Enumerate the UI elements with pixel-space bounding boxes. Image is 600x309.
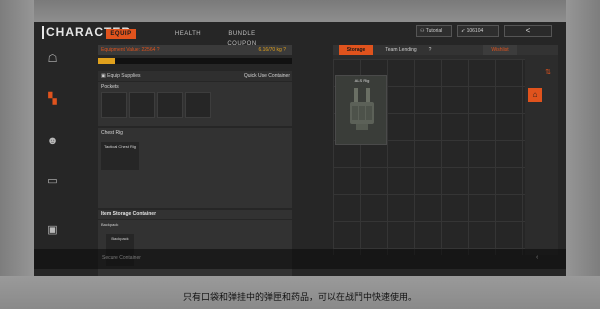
- quick-use-container-label: Quick Use Container: [243, 73, 290, 79]
- tab-equip[interactable]: EQUIP: [106, 29, 136, 39]
- pocket-slot[interactable]: [101, 92, 127, 118]
- head-icon[interactable]: ☻: [46, 135, 59, 148]
- pockets-label: Pockets: [101, 84, 119, 90]
- monitor-bezel-left: [0, 0, 34, 309]
- video-subtitle: 只有口袋和弹挂中的弹匣和药品，可以在战鬥中快速使用。: [182, 293, 417, 303]
- team-lending-help-icon[interactable]: ?: [426, 45, 434, 55]
- currency-display: ➶ 106104: [457, 25, 499, 37]
- chest-rig-slot[interactable]: Tactical Chest Rig: [101, 142, 139, 170]
- storage-tabs: Storage Team Lending ? Wishlist: [333, 45, 558, 55]
- monitor-bezel-right: [566, 0, 600, 309]
- equipment-value: Equipment Value: 22564: [101, 47, 156, 53]
- pocket-slot[interactable]: [185, 92, 211, 118]
- back-arrow-icon: <: [525, 26, 531, 35]
- chest-rig-icon: [350, 88, 374, 130]
- tab-team-lending[interactable]: Team Lending: [377, 45, 425, 55]
- sidebar: ☖ ▚ ☻ ▭ ▣: [34, 44, 72, 276]
- item-storage-container-label: Item Storage Container: [98, 210, 292, 219]
- currency-amount: 106104: [466, 28, 484, 34]
- game-screen: CHARACTER EQUIP HEALTH BUNDLE COUPON ⚇ T…: [34, 22, 566, 276]
- storage-item-als-rig[interactable]: ALS Rig: [335, 75, 387, 145]
- tutorial-label: Tutorial: [425, 28, 443, 34]
- tab-storage[interactable]: Storage: [339, 45, 373, 55]
- weight-progress-bar: [98, 58, 292, 64]
- pockets-section: Pockets: [98, 82, 292, 126]
- vest-icon[interactable]: ▚: [46, 93, 59, 106]
- bottom-status-strip: Secure Container ‹: [34, 249, 566, 269]
- wishlist-button[interactable]: Wishlist: [483, 45, 517, 55]
- weight-help-icon[interactable]: ?: [283, 47, 286, 53]
- tab-health[interactable]: HEALTH: [174, 29, 202, 39]
- backpack-label: Backpack: [101, 222, 119, 227]
- equip-supplies-label: Equip Supplies: [107, 73, 141, 79]
- tab-bundle-coupon[interactable]: BUNDLE COUPON: [216, 29, 268, 47]
- weight-progress-fill: [98, 58, 116, 64]
- storage-panel: Storage Team Lending ? Wishlist ALS Rig …: [333, 45, 558, 255]
- chest-rig-section: Chest Rig Tactical Chest Rig: [98, 128, 292, 208]
- storage-grid[interactable]: ALS Rig: [333, 59, 525, 255]
- pocket-slot[interactable]: [157, 92, 183, 118]
- pistol-icon[interactable]: ☖: [46, 53, 59, 66]
- back-button[interactable]: <: [504, 25, 552, 37]
- equipment-value-bar: Equipment Value: 22564 ? 6.16/70 kg ?: [98, 45, 292, 55]
- item-name: ALS Rig: [354, 78, 370, 83]
- equip-supplies-row[interactable]: ▣ Equip Supplies Quick Use Container: [98, 71, 292, 81]
- case-icon[interactable]: ▭: [46, 175, 59, 188]
- locker-icon[interactable]: ▣: [46, 224, 59, 237]
- secure-container-label: Secure Container: [102, 255, 141, 261]
- pocket-slot[interactable]: [129, 92, 155, 118]
- monitor-bezel-top: [0, 0, 600, 22]
- home-icon[interactable]: ⌂: [528, 88, 542, 102]
- chevron-left-icon[interactable]: ‹: [536, 254, 538, 261]
- value-help-icon[interactable]: ?: [157, 47, 160, 53]
- sort-icon[interactable]: ⇅: [541, 67, 555, 79]
- weight-value: 6.16/70 kg: [258, 47, 282, 53]
- top-bar: CHARACTER EQUIP HEALTH BUNDLE COUPON ⚇ T…: [34, 22, 566, 47]
- chest-rig-label: Chest Rig: [101, 130, 123, 136]
- tutorial-button[interactable]: ⚇ Tutorial: [416, 25, 452, 37]
- equipment-panel: Equipment Value: 22564 ? 6.16/70 kg ? ▣ …: [98, 45, 292, 276]
